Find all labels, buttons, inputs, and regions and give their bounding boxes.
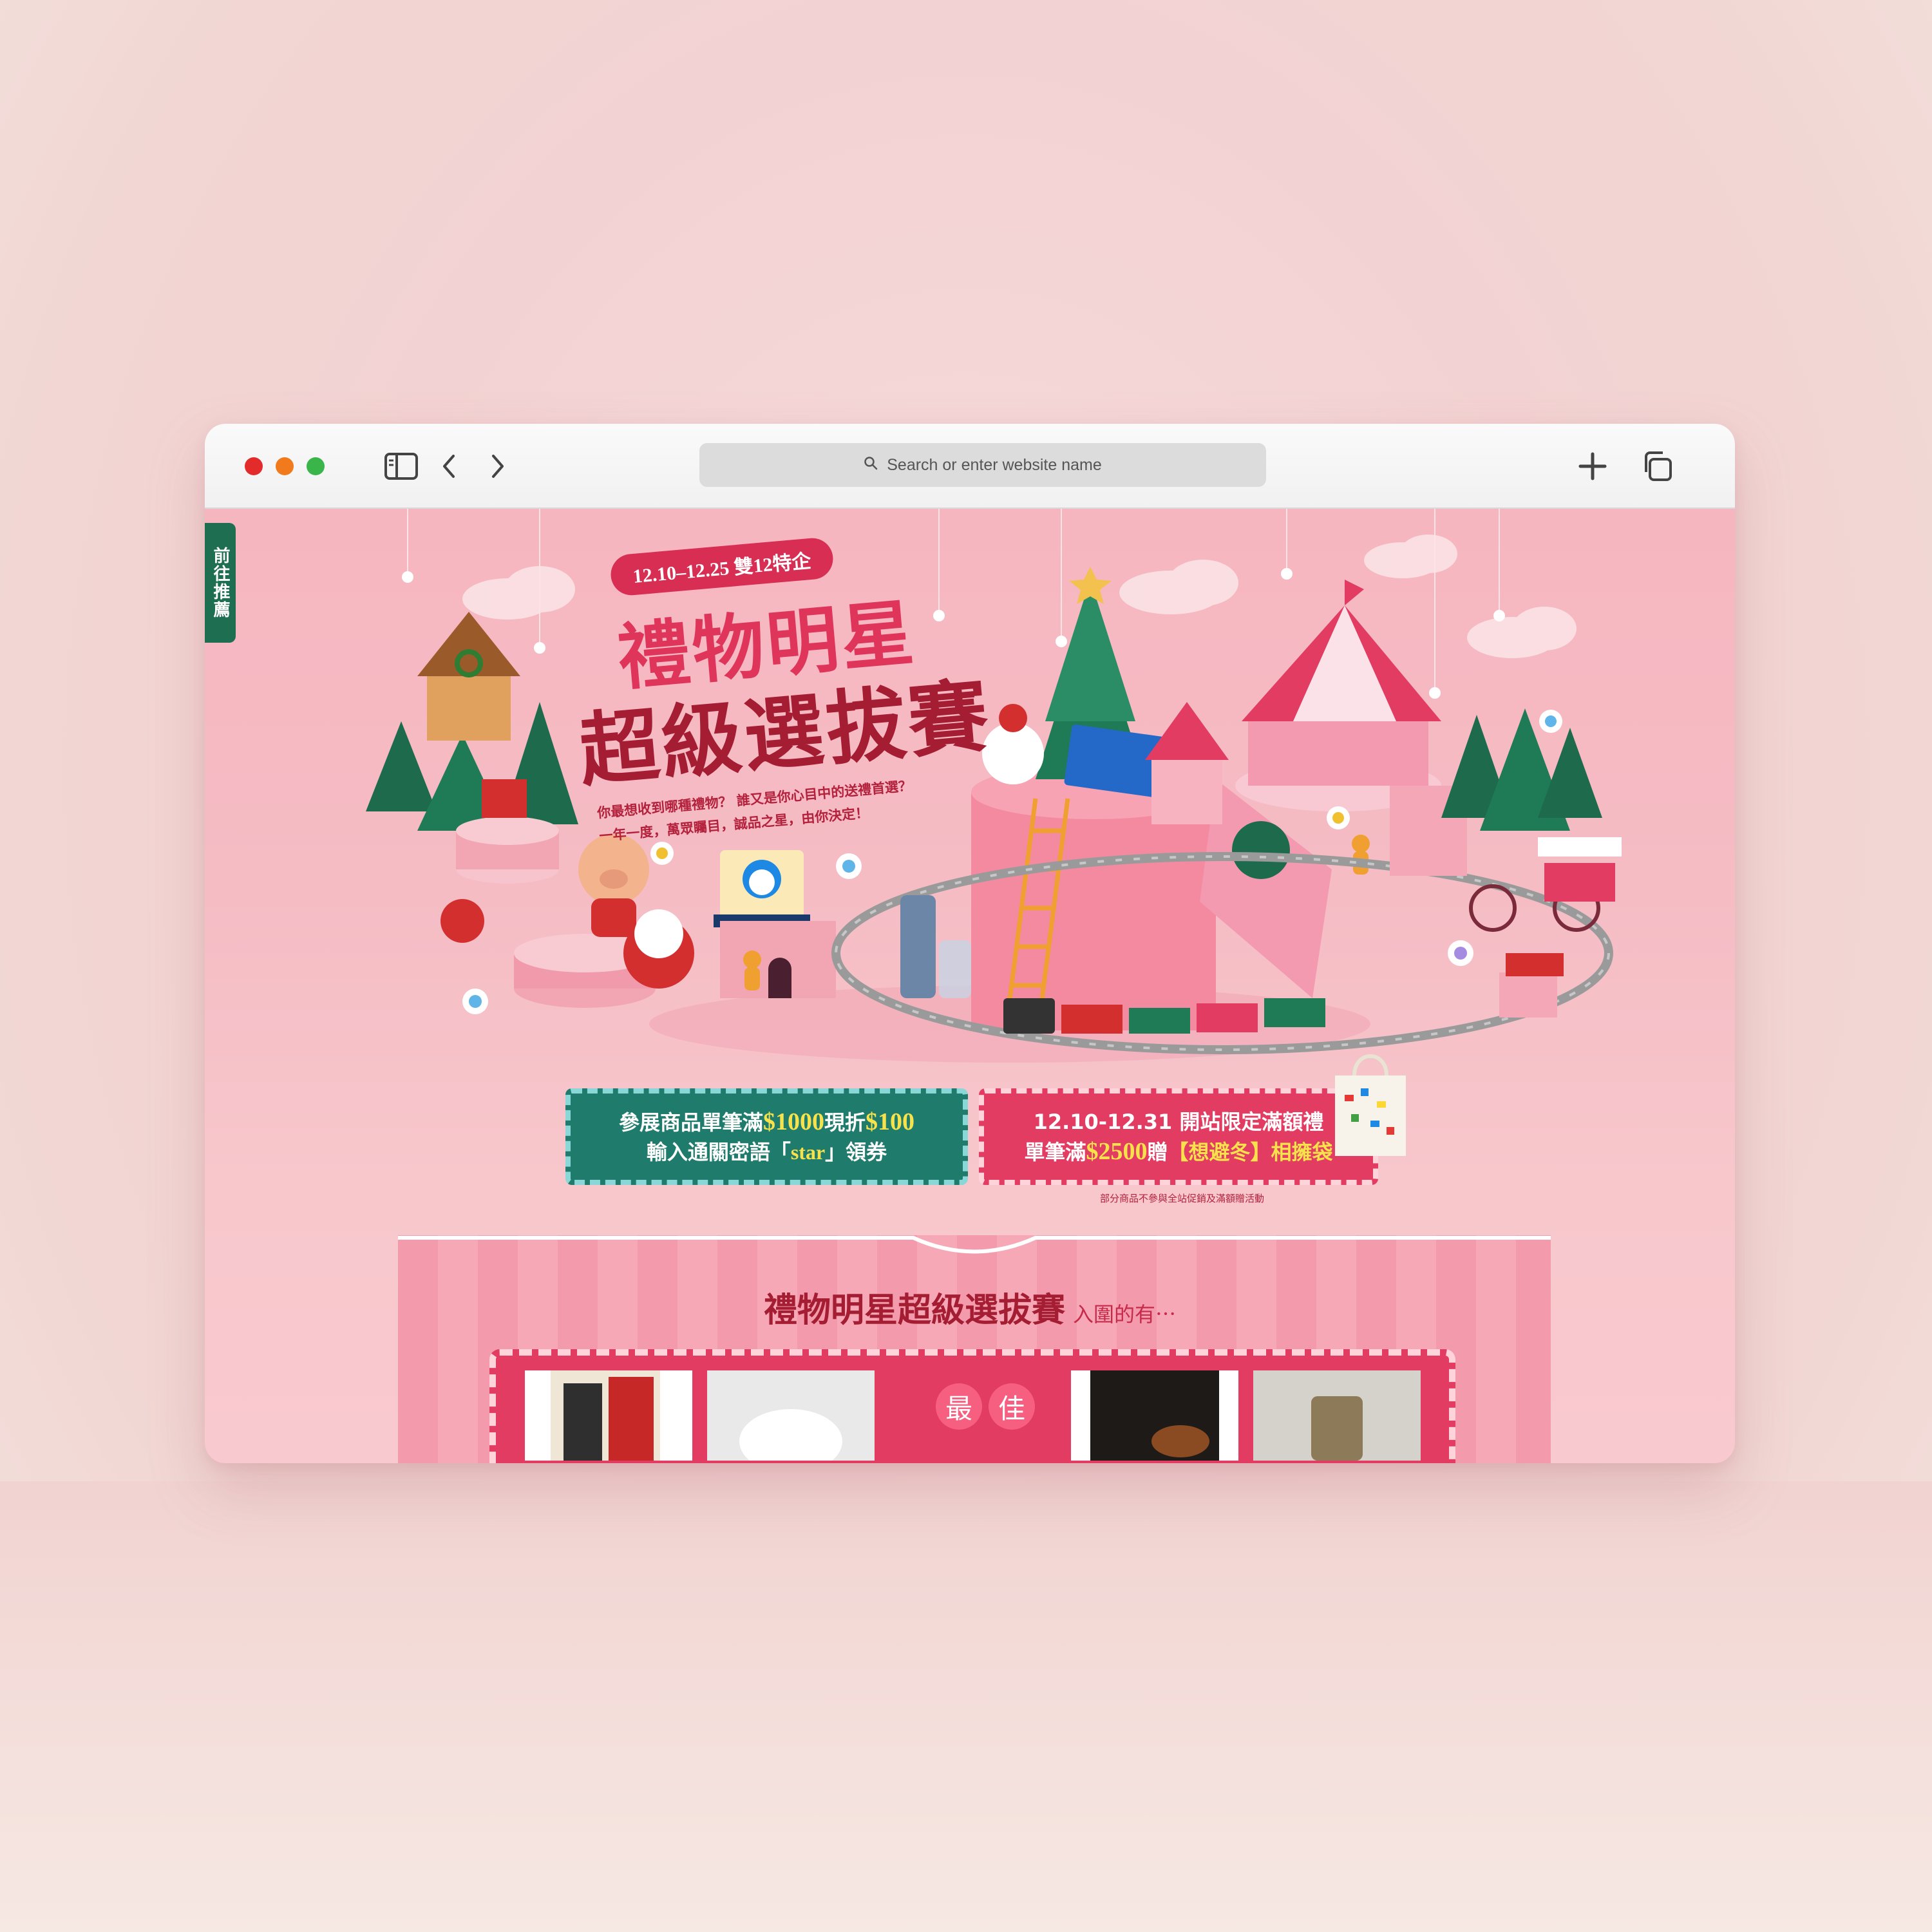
best-char: 佳	[989, 1383, 1035, 1430]
finalists-subtitle: 入圍的有⋯	[1073, 1302, 1177, 1327]
coupon-code: star	[790, 1140, 826, 1164]
promo-amount: $100	[866, 1108, 915, 1135]
finalists-heading: 禮物明星超級選拔賽 入圍的有⋯	[205, 1283, 1735, 1331]
finalist-book-cover	[1090, 1370, 1219, 1461]
background-floor	[0, 1481, 1932, 1932]
tabs-overview-icon[interactable]	[1640, 451, 1674, 482]
coupon-promo-line2: 輸入通關密語「star」領券	[647, 1137, 887, 1167]
promo-text: 輸入通關密語「	[646, 1139, 791, 1164]
forward-arrow-icon[interactable]	[480, 451, 515, 482]
promo-text: 現折	[824, 1110, 866, 1135]
web-page: 前往推薦 12.10–12.25 雙12特企 禮物明星 超級選拔賽 你最想收到哪…	[205, 509, 1735, 1463]
close-window-button[interactable]	[245, 457, 263, 475]
finalist-card[interactable]	[1253, 1370, 1421, 1461]
promo-amount: $2500	[1086, 1137, 1148, 1165]
promo-text: 參展商品單筆滿	[618, 1110, 763, 1135]
promo-amount: $1000	[763, 1108, 824, 1135]
best-char: 最	[936, 1383, 982, 1430]
holiday-illustration	[366, 509, 1622, 1063]
maximize-window-button[interactable]	[307, 457, 325, 475]
promo-text: 」領券	[825, 1139, 887, 1164]
browser-toolbar: Search or enter website name	[205, 424, 1735, 509]
finalist-card[interactable]	[1071, 1370, 1238, 1461]
finalist-book-cover	[551, 1370, 660, 1461]
promo-disclaimer: 部分商品不參與全站促銷及滿額贈活動	[1100, 1193, 1265, 1204]
finalist-card[interactable]	[707, 1370, 875, 1461]
browser-window: Search or enter website name 前往推薦 12.10–…	[205, 424, 1735, 1463]
gift-promo-line1: 12.10-12.31 開站限定滿額禮	[1033, 1109, 1324, 1134]
tote-bag-image	[1335, 1054, 1406, 1156]
section-top-border	[398, 1236, 1551, 1254]
address-bar[interactable]: Search or enter website name	[699, 443, 1266, 487]
promo-text: 贈	[1147, 1139, 1168, 1164]
sidebar-toggle-icon[interactable]	[384, 451, 419, 482]
finalist-product-image	[707, 1370, 875, 1461]
promo-text: 單筆滿	[1024, 1139, 1086, 1164]
search-icon	[864, 456, 878, 475]
back-arrow-icon[interactable]	[431, 451, 466, 482]
new-tab-plus-icon[interactable]	[1575, 451, 1610, 482]
coupon-promo-line1: 參展商品單筆滿$1000現折$100	[619, 1107, 914, 1137]
coupon-promo-banner[interactable]: 參展商品單筆滿$1000現折$100 輸入通關密語「star」領券	[565, 1088, 968, 1185]
address-placeholder: Search or enter website name	[887, 455, 1102, 474]
minimize-window-button[interactable]	[276, 457, 294, 475]
finalist-product-image	[1253, 1370, 1421, 1461]
gift-name: 【想避冬】相擁袋	[1168, 1140, 1333, 1164]
gift-promo-banner[interactable]: 12.10-12.31 開站限定滿額禮 單筆滿$2500贈【想避冬】相擁袋	[979, 1088, 1378, 1185]
best-badge: 最 佳	[936, 1383, 1035, 1430]
finalists-title: 禮物明星超級選拔賽	[763, 1291, 1065, 1330]
gift-promo-line2: 單筆滿$2500贈【想避冬】相擁袋	[1024, 1137, 1332, 1167]
finalist-card[interactable]	[525, 1370, 692, 1461]
